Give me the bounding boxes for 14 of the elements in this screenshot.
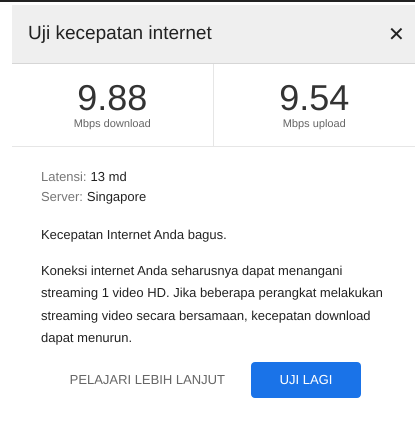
retry-button[interactable]: UJI LAGI: [251, 362, 361, 398]
learn-more-button[interactable]: PELAJARI LEBIH LANJUT: [70, 362, 225, 398]
speed-unit: Mbps upload: [282, 118, 346, 130]
description-text: Koneksi internet Anda seharusnya dapat menangani streaming 1 video HD. Jika beberapa perangkat melakukan streaming video secara bersamaan, kecepatan download dapat menurun.: [41, 262, 384, 347]
dialog-title: Uji kecepatan internet: [28, 23, 212, 45]
detail-label: Server:: [41, 188, 83, 206]
speed-unit: Mbps download: [74, 118, 151, 130]
close-button[interactable]: ✕: [388, 22, 405, 46]
speed-value: 9.88: [77, 80, 148, 116]
detail-value: Singapore: [86, 188, 146, 206]
detail-label: Latensi:: [41, 168, 87, 186]
detail-value: 13 md: [90, 168, 127, 186]
summary-text: Kecepatan Internet Anda bagus.: [41, 226, 228, 244]
speed-value: 9.54: [279, 80, 350, 116]
